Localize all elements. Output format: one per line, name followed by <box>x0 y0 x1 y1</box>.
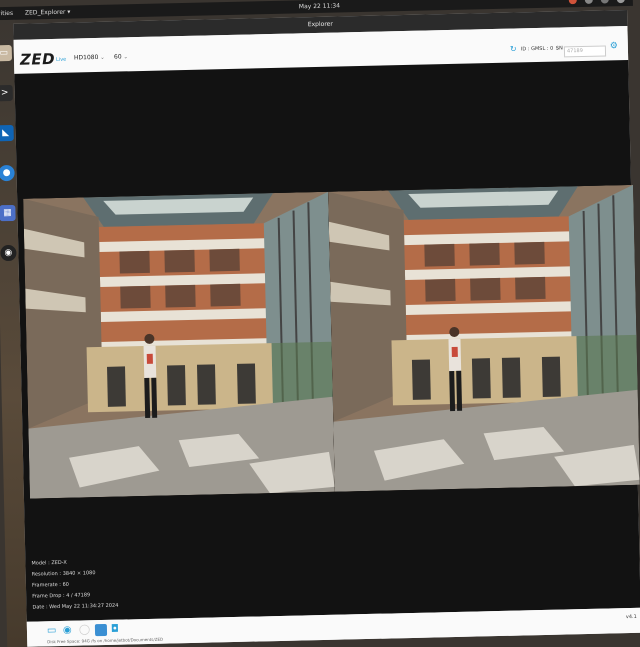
serial-number-field[interactable]: 47189 <box>563 45 607 58</box>
right-camera-image <box>328 185 640 492</box>
camera-info-panel: Model : ZED-X Resolution : 3840 × 1080 F… <box>31 557 118 614</box>
app-menu[interactable]: ZED_Explorer ▾ <box>25 9 71 17</box>
activities-button[interactable]: tivities <box>0 10 13 17</box>
volume-icon[interactable] <box>600 0 609 4</box>
chromium-icon[interactable]: ● <box>0 164 15 182</box>
live-label: Live <box>55 56 67 63</box>
obs-icon[interactable]: ◉ <box>0 244 17 262</box>
refresh-icon[interactable]: ↻ <box>510 44 517 53</box>
terminal-icon[interactable]: > <box>0 84 13 102</box>
svo-icon[interactable]: ◯ <box>79 624 91 636</box>
window-title: Explorer <box>307 20 333 29</box>
power-icon[interactable] <box>616 0 625 4</box>
zed-logo: ZED <box>19 49 56 69</box>
files-icon[interactable]: ▭ <box>0 44 13 62</box>
camera-icon[interactable]: ◘ <box>111 624 123 636</box>
fps-value: 60 <box>113 53 122 61</box>
system-tray[interactable] <box>568 0 625 5</box>
version-label: v4.1 <box>625 613 637 621</box>
network-icon[interactable] <box>584 0 593 4</box>
resolution-value: HD1080 <box>73 53 99 62</box>
camera-value: ID : GMSL : 0 <box>520 45 554 53</box>
record-icon[interactable]: ◉ <box>63 625 75 637</box>
chevron-down-icon: ⌄ <box>123 54 128 61</box>
settings-gear-icon[interactable]: ⚙ <box>610 41 618 51</box>
camera-select[interactable]: ID : GMSL : 0 ⌄ <box>521 45 560 52</box>
info-date: Date : Wed May 22 11:34:27 2024 <box>32 602 119 611</box>
notification-icon[interactable] <box>568 0 577 5</box>
resolution-select[interactable]: HD1080 ⌄ <box>74 54 105 62</box>
disk-path: Disk Free Space: 94G /fs on /home/jetbot… <box>47 636 164 645</box>
fps-select[interactable]: 60 ⌄ <box>114 53 128 60</box>
vscode-icon[interactable]: ◣ <box>0 124 14 142</box>
video-viewer[interactable]: Model : ZED-X Resolution : 3840 × 1080 F… <box>14 59 640 622</box>
chevron-down-icon: ⌄ <box>100 54 105 61</box>
folder-icon[interactable]: ▭ <box>47 625 59 637</box>
left-camera-image <box>23 192 335 499</box>
clock[interactable]: May 22 11:34 <box>299 2 340 10</box>
app-icon[interactable]: ▦ <box>0 204 16 222</box>
explorer-window: Explorer ZED Live HD1080 ⌄ 60 ⌄ ↻ ID : GMS… <box>13 9 640 647</box>
sn-label: SN <box>555 45 563 52</box>
stream-icon[interactable] <box>94 623 108 637</box>
